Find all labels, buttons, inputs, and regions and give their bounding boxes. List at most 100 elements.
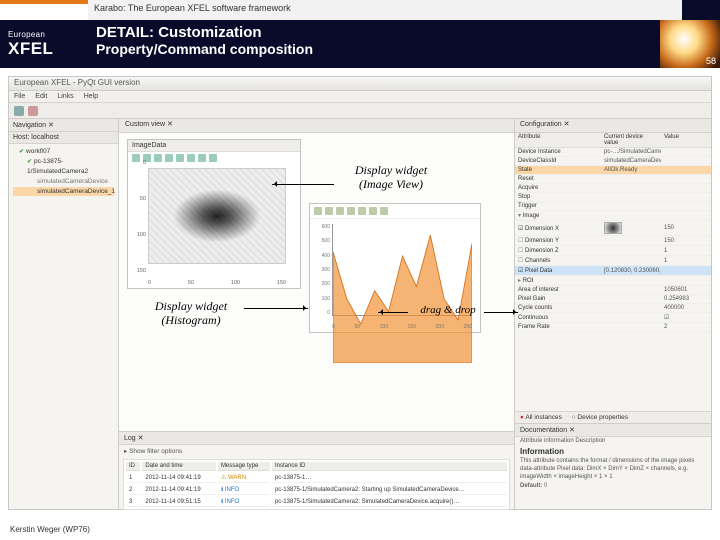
arrow-drag-left	[378, 312, 408, 313]
plot-tool-icon[interactable]	[165, 154, 173, 162]
nav-host-row: Host: localhost	[9, 132, 118, 144]
log-filter-toggle[interactable]: ▸ Show filter options	[119, 445, 514, 457]
tree-node[interactable]: simulatedCameraDevice	[13, 177, 114, 187]
menu-bar[interactable]: File Edit Links Help	[9, 91, 711, 103]
configuration-panel: Configuration ✕ AttributeCurrent device …	[515, 119, 711, 509]
plot-tool-icon[interactable]	[347, 207, 355, 215]
navigation-panel: Navigation ✕ Host: localhost workfl07 pc…	[9, 119, 119, 509]
plot-tool-icon[interactable]	[209, 154, 217, 162]
attr-row[interactable]: Reset	[515, 175, 711, 184]
plot-tool-icon[interactable]	[336, 207, 344, 215]
window-title: European XFEL - PyQt GUI version	[9, 77, 711, 91]
doc-subtabs[interactable]: Attribute information Description	[515, 437, 711, 445]
attr-row[interactable]: Acquire	[515, 184, 711, 193]
attr-row[interactable]: Device Instancepc-…/SimulatedCameraDevic…	[515, 148, 711, 157]
arrow-to-image-view	[272, 184, 334, 185]
attr-row[interactable]: Dimension X150	[515, 221, 711, 236]
nav-tab-label: Navigation	[13, 122, 46, 129]
top-strip-dark	[682, 0, 720, 20]
attr-row[interactable]: Dimension Z1	[515, 246, 711, 256]
menu-file[interactable]: File	[14, 93, 25, 100]
config-tab[interactable]: Configuration ✕	[515, 119, 711, 133]
hist-x-axis: 050100150200250	[332, 324, 472, 330]
tree-node[interactable]: pc-13875-1/SimulatedCamera2	[13, 157, 114, 177]
image-x-axis: 050100150	[148, 280, 286, 286]
image-toolbar[interactable]	[128, 152, 300, 164]
attr-row[interactable]: Pixel Data[0.120830, 0.230060, 0.176930,…	[515, 266, 711, 276]
logo-bottom-text: XFEL	[8, 39, 88, 59]
center-tab-label: Custom view	[125, 121, 165, 128]
nav-tree[interactable]: workfl07 pc-13875-1/SimulatedCamera2 sim…	[9, 144, 118, 509]
menu-links[interactable]: Links	[57, 93, 73, 100]
log-row[interactable]: 12012-11-14 09:41:19⚠ WARNpc-13875-1…	[126, 473, 507, 483]
attr-row[interactable]: DeviceClassIdsimulatedCameraDevice	[515, 157, 711, 166]
plot-tool-icon[interactable]	[187, 154, 195, 162]
log-row[interactable]: 22012-11-14 09:41:19ℹ INFOpc-13875-1/Sim…	[126, 485, 507, 495]
menu-edit[interactable]: Edit	[35, 93, 47, 100]
log-table[interactable]: IDDate and timeMessage typeInstance ID 1…	[123, 459, 510, 510]
attr-row[interactable]: Pixel Gain0.254983	[515, 295, 711, 304]
plot-tool-icon[interactable]	[198, 154, 206, 162]
image-y-axis: 050100150	[132, 160, 146, 274]
attr-row[interactable]: ROI	[515, 276, 711, 286]
attr-row[interactable]: Cycle counts400000	[515, 304, 711, 313]
image-panel-title: ImageData	[128, 140, 300, 152]
annotation-histogram: Display widget(Histogram)	[136, 300, 246, 328]
page-number: 58	[706, 56, 716, 66]
xfel-logo: European XFEL	[0, 20, 88, 68]
plot-tool-icon[interactable]	[380, 207, 388, 215]
toolbar[interactable]	[9, 103, 711, 119]
arrow-drag-right	[484, 312, 518, 313]
slide-footer: Kerstin Weger (WP76)	[10, 525, 90, 534]
framework-caption: Karabo: The European XFEL software frame…	[88, 0, 682, 20]
log-row[interactable]: 32012-11-14 09:51:15ℹ INFOpc-13875-1/Sim…	[126, 497, 507, 507]
hist-y-axis: 6005004003002001000	[312, 224, 330, 316]
orange-accent	[0, 0, 88, 20]
attr-row[interactable]: Continuous☑	[515, 313, 711, 323]
attr-header: AttributeCurrent device valueValue	[515, 133, 711, 148]
doc-default: Default: 0	[515, 481, 711, 491]
image-plot[interactable]	[148, 168, 286, 264]
attr-row[interactable]: Stop	[515, 193, 711, 202]
plot-tool-icon[interactable]	[358, 207, 366, 215]
logo-top-text: European	[8, 30, 88, 39]
plot-tool-icon[interactable]	[176, 154, 184, 162]
plot-tool-icon[interactable]	[369, 207, 377, 215]
doc-tab[interactable]: Documentation ✕	[515, 424, 711, 437]
menu-help[interactable]: Help	[84, 93, 98, 100]
attr-row[interactable]: Area of interest1050601	[515, 286, 711, 295]
doc-body: This attribute contains the format / dim…	[515, 458, 711, 481]
plot-tool-icon[interactable]	[325, 207, 333, 215]
attr-row[interactable]: Image	[515, 211, 711, 221]
scope-radios[interactable]: All instances Device properties	[515, 411, 711, 423]
attr-row[interactable]: StateAllOk.Ready	[515, 166, 711, 175]
annotation-image-view: Display widget(Image View)	[336, 164, 446, 192]
custom-view-canvas[interactable]: ImageData 050100150 050100150	[119, 133, 514, 431]
navigation-tab[interactable]: Navigation ✕	[9, 119, 118, 132]
image-view-widget[interactable]: ImageData 050100150 050100150	[127, 139, 301, 289]
attr-row[interactable]: Channels1	[515, 256, 711, 266]
attr-row[interactable]: Frame Rate2	[515, 323, 711, 332]
toolbar-icon[interactable]	[28, 106, 38, 116]
hist-toolbar[interactable]	[310, 204, 480, 219]
nav-host-label: Host:	[13, 134, 29, 141]
plot-tool-icon[interactable]	[154, 154, 162, 162]
log-tab[interactable]: Log ✕	[119, 432, 514, 445]
attr-row[interactable]: Trigger	[515, 202, 711, 211]
plot-tool-icon[interactable]	[314, 207, 322, 215]
attribute-tree[interactable]: AttributeCurrent device valueValue Devic…	[515, 133, 711, 411]
doc-title: Information	[515, 445, 711, 458]
slide-title-1: DETAIL: Customization	[96, 24, 652, 41]
hist-plot[interactable]	[332, 224, 472, 316]
tree-node-selected[interactable]: simulatedCameraDevice_1	[13, 187, 114, 197]
slide-title-2: Property/Command composition	[96, 41, 652, 57]
radio-all-instances[interactable]: All instances	[520, 414, 562, 421]
documentation-panel: Documentation ✕ Attribute information De…	[515, 423, 711, 509]
arrow-to-histogram	[244, 308, 308, 309]
tree-node[interactable]: workfl07	[13, 147, 114, 157]
center-tab[interactable]: Custom view ✕	[119, 119, 514, 133]
toolbar-icon[interactable]	[14, 106, 24, 116]
slide-thumbnail: 58	[660, 20, 720, 68]
radio-device-props[interactable]: Device properties	[572, 414, 628, 421]
attr-row[interactable]: Dimension Y150	[515, 236, 711, 246]
